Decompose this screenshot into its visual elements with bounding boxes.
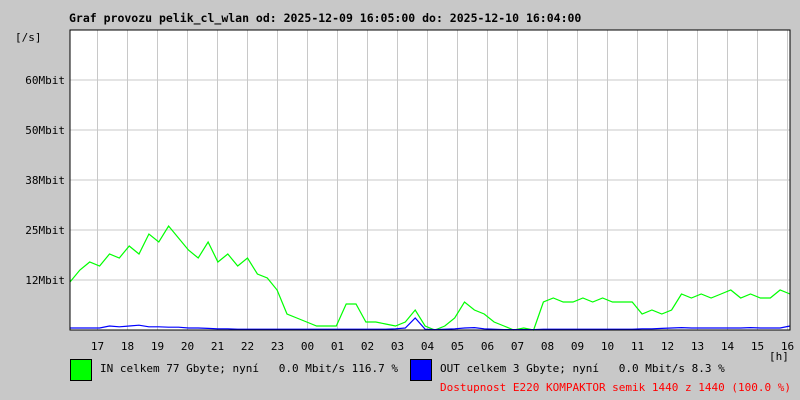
legend-out-swatch xyxy=(410,359,432,381)
y-tick-label: 60Mbit xyxy=(25,74,65,87)
x-tick-label: 08 xyxy=(541,340,554,353)
x-tick-label: 18 xyxy=(121,340,134,353)
x-tick-label: 05 xyxy=(451,340,464,353)
legend-out-text: OUT celkem 3 Gbyte; nyní 0.0 Mbit/s 8.3 … xyxy=(440,362,725,375)
x-tick-label: 21 xyxy=(211,340,224,353)
y-tick-label: 12Mbit xyxy=(25,274,65,287)
x-tick-label: 04 xyxy=(421,340,435,353)
x-tick-label: 14 xyxy=(721,340,735,353)
x-tick-label: 22 xyxy=(241,340,254,353)
x-tick-label: 10 xyxy=(601,340,614,353)
x-tick-label: 02 xyxy=(361,340,374,353)
y-tick-label: 38Mbit xyxy=(25,174,65,187)
availability-text: Dostupnost E220 KOMPAKTOR semik 1440 z 1… xyxy=(440,381,791,394)
x-tick-label: 19 xyxy=(151,340,164,353)
x-tick-label: 00 xyxy=(301,340,314,353)
x-tick-label: 13 xyxy=(691,340,704,353)
x-tick-label: 03 xyxy=(391,340,404,353)
traffic-graph: Graf provozu pelik_cl_wlan od: 2025-12-0… xyxy=(0,0,800,400)
x-tick-label: 23 xyxy=(271,340,284,353)
x-tick-label: 15 xyxy=(751,340,764,353)
x-tick-label: 12 xyxy=(661,340,674,353)
legend-in-swatch xyxy=(70,359,92,381)
x-tick-label: 11 xyxy=(631,340,644,353)
x-tick-label: 09 xyxy=(571,340,584,353)
y-tick-label: 50Mbit xyxy=(25,124,65,137)
x-tick-label: 06 xyxy=(481,340,494,353)
x-tick-label: 20 xyxy=(181,340,194,353)
plot-area: 17 18 19 20 21 22 23 00 01 02 03 04 05 06 07 08 09 10 11 12… xyxy=(25,29,794,353)
legend-in-text: IN celkem 77 Gbyte; nyní 0.0 Mbit/s 116.… xyxy=(100,362,399,375)
x-tick-label: 17 xyxy=(91,340,104,353)
y-tick-label: 25Mbit xyxy=(25,224,65,237)
x-axis-unit: [h] xyxy=(769,350,789,363)
x-tick-label: 07 xyxy=(511,340,524,353)
x-tick-label: 01 xyxy=(331,340,344,353)
